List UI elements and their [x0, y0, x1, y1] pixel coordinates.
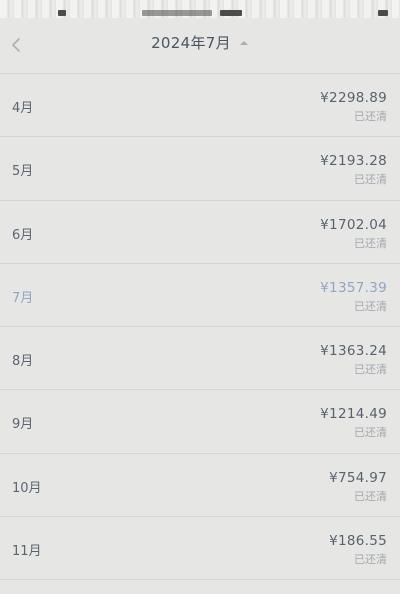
status-label: 已还清	[354, 236, 387, 250]
month-amount: ¥1702.04	[320, 216, 387, 233]
month-amount: ¥754.97	[329, 469, 387, 486]
month-list: 4月 ¥2298.89 已还清 5月 ¥2193.28 已还清 6月 ¥1702…	[0, 74, 400, 581]
month-amount: ¥1357.39	[320, 279, 387, 296]
month-row-sep[interactable]: 9月 ¥1214.49 已还清	[0, 390, 400, 454]
strip-mark	[58, 10, 66, 16]
status-label: 已还清	[354, 426, 387, 440]
strip-mark	[142, 10, 212, 16]
month-amount: ¥2298.89	[320, 90, 387, 106]
month-amount: ¥1214.49	[320, 406, 387, 423]
strip-mark	[378, 10, 388, 16]
page-title: 2024年7月	[151, 34, 231, 52]
month-row-nov[interactable]: 11月 ¥186.55 已还清	[0, 517, 400, 581]
top-image-strip	[0, 0, 400, 18]
month-row-oct[interactable]: 10月 ¥754.97 已还清	[0, 454, 400, 518]
strip-mark	[220, 10, 242, 16]
month-amount: ¥186.55	[329, 533, 387, 550]
status-label: 已还清	[354, 110, 387, 123]
month-row-aug[interactable]: 8月 ¥1363.24 已还清	[0, 327, 400, 391]
status-label: 已还清	[354, 173, 387, 187]
header: 2024年7月	[0, 18, 400, 74]
month-row-may[interactable]: 5月 ¥2193.28 已还清	[0, 137, 400, 201]
month-amount: ¥1363.24	[320, 343, 387, 360]
month-label: 11月	[12, 544, 42, 560]
caret-up-icon	[239, 40, 248, 45]
month-label: 10月	[12, 480, 42, 496]
month-label: 6月	[12, 227, 34, 243]
month-picker[interactable]: 2024年7月	[0, 32, 400, 53]
month-label: 5月	[12, 164, 34, 180]
month-row-apr[interactable]: 4月 ¥2298.89 已还清	[0, 74, 400, 138]
status-label: 已还清	[354, 489, 387, 503]
month-row-jul-selected[interactable]: 7月 ¥1357.39 已还清	[0, 264, 400, 328]
month-label: 4月	[12, 101, 34, 116]
month-label: 9月	[12, 417, 34, 433]
month-label: 7月	[12, 290, 34, 306]
status-label: 已还清	[354, 299, 387, 313]
month-row-jun[interactable]: 6月 ¥1702.04 已还清	[0, 201, 400, 264]
bill-history-screen: 2024年7月 4月 ¥2298.89 已还清 5月 ¥2193.28 已还清 …	[0, 0, 400, 594]
status-label: 已还清	[354, 363, 387, 377]
month-amount: ¥2193.28	[320, 153, 387, 170]
month-label: 8月	[12, 354, 34, 370]
status-label: 已还清	[354, 553, 387, 567]
